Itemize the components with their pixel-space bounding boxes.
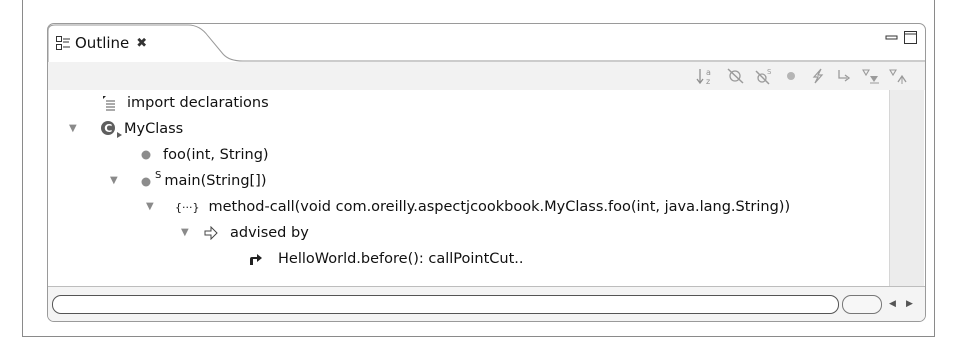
tree-item-label: MyClass [124, 121, 184, 137]
tree-item-label: HelloWorld.before(): callPointCut.. [278, 251, 524, 267]
horizontal-scrollbar[interactable]: ◀ ▶ [48, 286, 925, 321]
svg-text:S: S [767, 68, 772, 76]
sort-alphabetically-icon[interactable]: a z [696, 66, 716, 86]
method-call-icon: {···} [175, 200, 200, 214]
tree-item-label: advised by [230, 225, 309, 241]
hide-static-icon[interactable]: S [754, 66, 774, 86]
scroll-left-icon[interactable]: ◀ [884, 295, 901, 312]
tree-item-label: import declarations [127, 95, 269, 111]
tree-item-imports[interactable]: import declarations [101, 90, 269, 116]
expand-triangle-icon[interactable]: ▼ [146, 201, 154, 212]
hide-fields-icon[interactable] [726, 66, 746, 86]
maximize-icon[interactable] [904, 31, 918, 45]
tree-item-label: method-call(void com.oreilly.aspectjcook… [208, 199, 791, 215]
svg-text:C: C [104, 122, 112, 135]
link-with-editor-icon[interactable] [888, 66, 908, 86]
tree-item-class[interactable]: C MyClass [100, 116, 183, 142]
scroll-right-icon[interactable]: ▶ [901, 295, 918, 312]
horizontal-scroll-track-end[interactable] [842, 295, 882, 314]
tree-item-method-foo[interactable]: foo(int, String) [140, 142, 269, 168]
view-tab-bar: Outline ✖ [48, 24, 925, 62]
svg-text:z: z [706, 77, 710, 86]
expand-triangle-icon[interactable]: ▼ [110, 175, 118, 186]
close-tab-icon[interactable]: ✖ [136, 36, 147, 51]
outline-toolbar: a z S [48, 62, 925, 90]
hide-advice-icon[interactable] [808, 66, 828, 86]
minimize-icon[interactable] [885, 31, 899, 45]
tree-item-advice[interactable]: HelloWorld.before(): callPointCut.. [248, 246, 524, 272]
advice-arrow-icon [250, 254, 262, 265]
tree-item-label: main(String[]) [164, 173, 267, 189]
tab-title: Outline [75, 34, 130, 52]
outline-tree: import declarations ▼ C MyClass foo(int,… [48, 90, 889, 286]
hide-pointcuts-icon[interactable] [835, 66, 855, 86]
tab-outline[interactable]: Outline ✖ [56, 30, 147, 56]
tree-item-method-call[interactable]: {···} method-call(void com.oreilly.aspec… [175, 194, 790, 220]
method-icon [141, 150, 151, 160]
tree-item-label: foo(int, String) [163, 147, 269, 163]
svg-text:a: a [706, 68, 711, 77]
collapse-all-icon[interactable] [861, 66, 881, 86]
expand-triangle-icon[interactable]: ▼ [181, 227, 189, 238]
horizontal-scroll-thumb[interactable] [52, 295, 839, 314]
static-marker: S [155, 169, 162, 181]
tree-item-advised-by[interactable]: advised by [204, 220, 309, 246]
class-icon: C [101, 121, 122, 138]
advised-by-icon [204, 226, 218, 240]
outline-view: Outline ✖ a z S import declarations ▼ C … [47, 23, 926, 322]
vertical-scrollbar[interactable] [889, 90, 924, 286]
outline-view-icon [56, 36, 70, 50]
expand-triangle-icon[interactable]: ▼ [69, 123, 77, 134]
tree-item-method-main[interactable]: S main(String[]) [140, 168, 267, 194]
hide-non-public-icon[interactable] [781, 66, 801, 86]
import-declarations-icon [103, 96, 115, 111]
static-method-icon [141, 177, 151, 187]
tab-outline-shape [48, 24, 925, 62]
